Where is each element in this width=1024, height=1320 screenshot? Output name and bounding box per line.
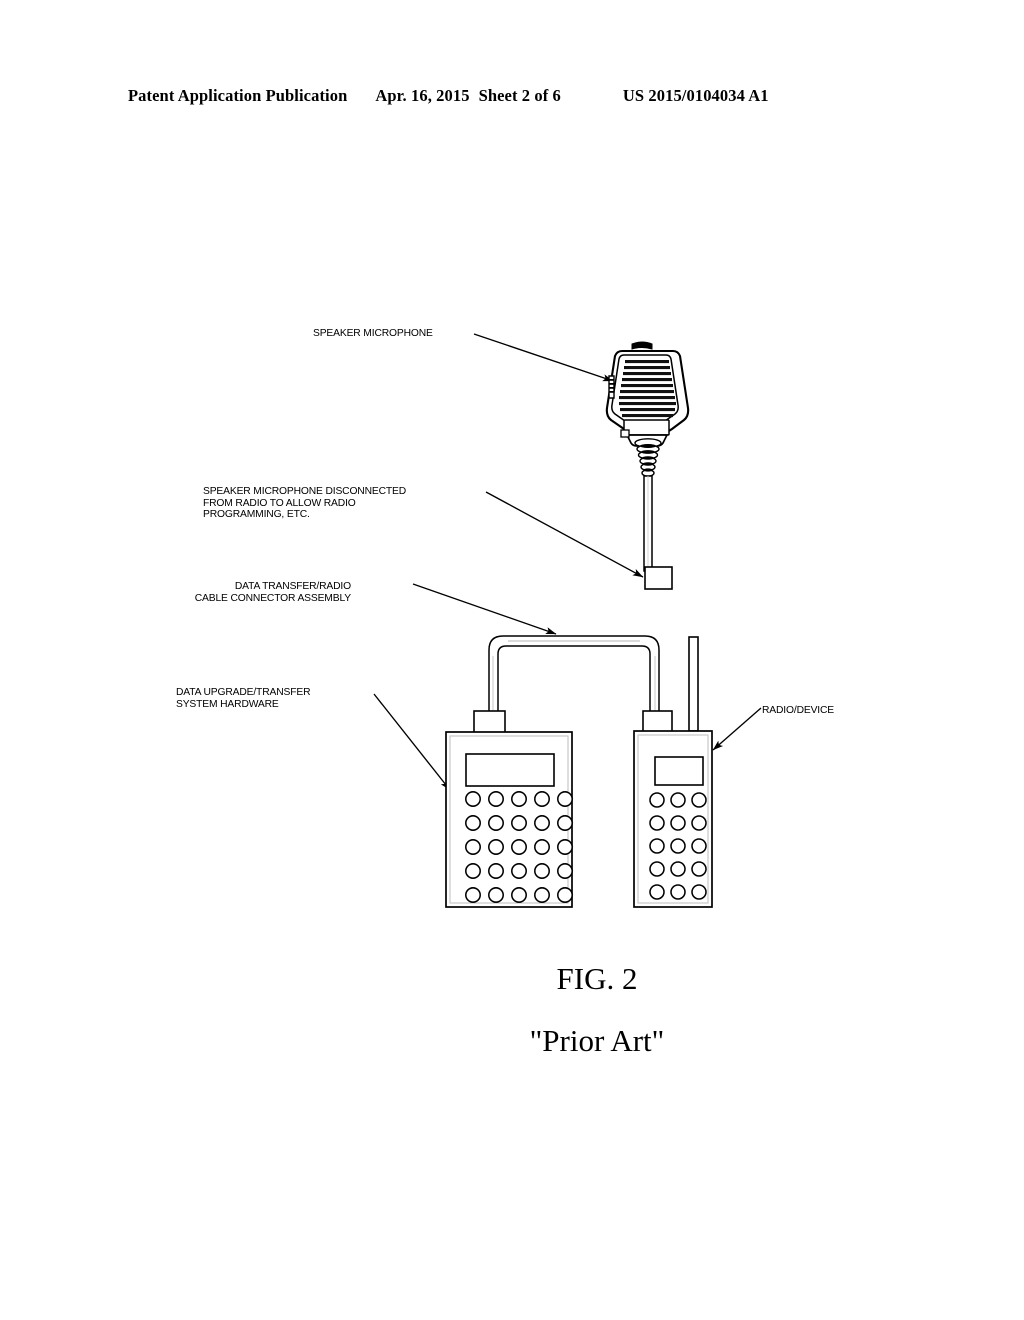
programmer-connector-boot <box>473 710 506 734</box>
speaker-microphone-top-clip <box>631 341 653 350</box>
figure-caption-number: FIG. 2 <box>556 961 638 996</box>
cable-connector-plug-drawing <box>644 566 673 590</box>
radio-device-drawing <box>633 636 713 908</box>
leader-line-speaker-microphone <box>473 333 614 382</box>
callout-data-upgrade-system-hardware: DATA UPGRADE/TRANSFER SYSTEM HARDWARE <box>176 687 311 710</box>
leader-line-cable-connector <box>412 583 557 635</box>
callout-radio-device: RADIO/DEVICE <box>762 705 835 716</box>
speaker-microphone-grille-frame <box>611 354 679 424</box>
speaker-microphone-label-panel <box>623 419 670 436</box>
data-upgrade-transfer-hardware-drawing <box>445 710 573 908</box>
leader-line-radio-device <box>712 707 762 751</box>
leader-lines <box>373 333 762 791</box>
microphone-cable-drawing <box>643 475 653 572</box>
speaker-microphone-side-tab <box>620 429 630 438</box>
figure-caption-prior-art: "Prior Art" <box>529 1023 665 1058</box>
coiled-cable-drawing <box>634 438 662 477</box>
programmer-display <box>465 753 555 787</box>
callout-speaker-microphone: SPEAKER MICROPHONE <box>313 328 433 339</box>
radio-antenna-drawing <box>688 636 699 732</box>
radio-display <box>654 756 704 786</box>
radio-connector-boot <box>642 710 673 734</box>
leader-line-system-hardware <box>373 693 451 791</box>
patent-figure-drawing <box>373 333 762 908</box>
callout-speaker-microphone-disconnected: SPEAKER MICROPHONE DISCONNECTED FROM RAD… <box>203 486 407 521</box>
interconnect-cable-drawing <box>488 635 660 722</box>
leader-line-disconnected <box>485 491 644 578</box>
figure-caption: FIG. 2 "Prior Art" <box>437 948 757 1072</box>
speaker-microphone-drawing <box>605 341 690 447</box>
callout-data-transfer-cable-connector: DATA TRANSFER/RADIO CABLE CONNECTOR ASSE… <box>194 581 351 604</box>
